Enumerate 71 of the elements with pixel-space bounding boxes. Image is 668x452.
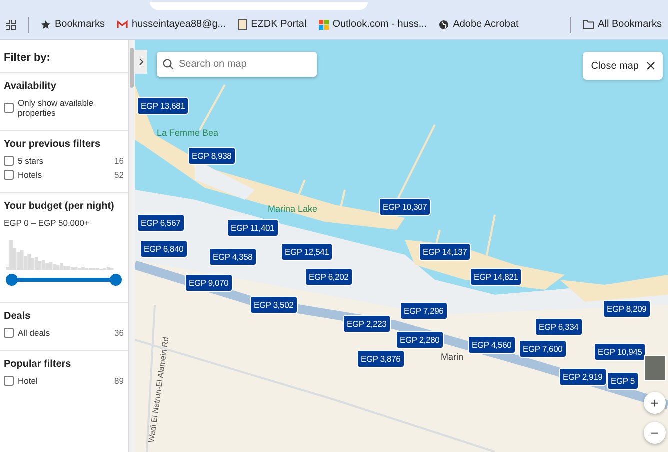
map-label: Marin (441, 352, 464, 362)
price-pin[interactable]: EGP 13,681 (137, 97, 190, 115)
page-icon (238, 19, 248, 30)
price-pin[interactable]: EGP 14,137 (419, 243, 472, 261)
section-heading: Your budget (per night) (4, 201, 116, 212)
bookmark-link[interactable]: Outlook.com - huss... (332, 19, 428, 30)
price-pin[interactable]: EGP 3,502 (250, 296, 298, 314)
option-count: 89 (114, 376, 124, 386)
option-label: 5 stars (18, 156, 45, 166)
map-label: Wadi El Natrun-El Alamein Rd (147, 336, 171, 444)
checkbox[interactable] (4, 376, 14, 386)
price-pin[interactable]: EGP 8,938 (188, 147, 236, 165)
checkbox[interactable] (4, 170, 14, 180)
map-label: La Femme Bea (157, 128, 219, 138)
slider-handle[interactable] (6, 274, 18, 286)
option-count: 16 (114, 156, 124, 166)
price-pin[interactable]: EGP 2,919 (559, 368, 607, 386)
section-heading: Your previous filters (4, 139, 102, 150)
option-count: 36 (114, 328, 124, 338)
price-pin[interactable]: EGP 3,876 (357, 350, 405, 368)
map-type-thumbnail[interactable] (644, 355, 666, 381)
price-pin[interactable]: EGP 4,358 (209, 248, 257, 266)
price-pin[interactable]: EGP 6,840 (140, 240, 188, 258)
price-pin[interactable]: EGP 12,541 (281, 243, 334, 261)
price-pin[interactable]: EGP 9,070 (185, 274, 233, 292)
option-label: Only show available properties (18, 98, 95, 118)
price-pin[interactable]: EGP 8,209 (603, 300, 651, 318)
all-bookmarks-link[interactable]: All Bookmarks (598, 19, 662, 30)
mail-icon (117, 20, 128, 29)
slider-handle[interactable] (110, 274, 122, 286)
section-heading: Popular filters (4, 359, 72, 370)
windows-logo-icon (318, 20, 329, 30)
budget-range: EGP 0 – EGP 50,000+ (4, 218, 90, 228)
option-label: All deals (18, 328, 52, 338)
option-label: Hotels (18, 170, 44, 180)
price-pin[interactable]: EGP 11,401 (227, 219, 279, 237)
price-pin[interactable]: EGP 6,334 (535, 318, 583, 336)
price-pin[interactable]: EGP 2,223 (343, 315, 391, 333)
price-pin[interactable]: EGP 7,600 (519, 340, 567, 358)
price-pin[interactable]: EGP 10,945 (594, 343, 646, 361)
search-field[interactable]: Search on map (157, 52, 317, 77)
apps-grid-icon[interactable] (6, 20, 16, 30)
price-pin[interactable]: EGP 14,821 (470, 268, 522, 286)
price-pin[interactable]: EGP 6,567 (137, 214, 185, 232)
map-label: Marina Lake (268, 204, 318, 214)
folder-icon (583, 20, 594, 29)
bookmark-link[interactable]: EZDK Portal (251, 19, 307, 30)
budget-slider[interactable] (6, 274, 122, 286)
globe-icon (439, 20, 450, 30)
checkbox[interactable] (4, 156, 14, 166)
price-pin[interactable]: EGP 5 (607, 372, 639, 390)
star-icon (41, 20, 51, 30)
bookmark-link[interactable]: husseintayea88@g... (132, 19, 226, 30)
price-pin[interactable]: EGP 10,307 (379, 198, 432, 216)
checkbox[interactable] (4, 328, 14, 338)
filter-title: Filter by: (3, 51, 52, 66)
price-pin[interactable]: EGP 2,280 (396, 331, 444, 349)
chevron-right-icon (138, 58, 144, 66)
section-heading: Availability (4, 81, 58, 92)
price-pin[interactable]: EGP 7,296 (400, 302, 448, 320)
option-count: 52 (114, 170, 124, 180)
close-map-button[interactable]: Close map (583, 52, 663, 80)
price-pin[interactable]: EGP 4,560 (468, 336, 516, 354)
close-icon (647, 62, 655, 70)
bookmark-link[interactable]: Bookmarks (55, 19, 106, 30)
section-heading: Deals (4, 311, 32, 322)
option-label: Hotel (18, 376, 39, 386)
checkbox[interactable] (4, 103, 14, 113)
bookmark-link[interactable]: Adobe Acrobat (453, 19, 519, 30)
collapse-button[interactable] (135, 50, 147, 74)
price-pin[interactable]: EGP 6,202 (305, 268, 353, 286)
